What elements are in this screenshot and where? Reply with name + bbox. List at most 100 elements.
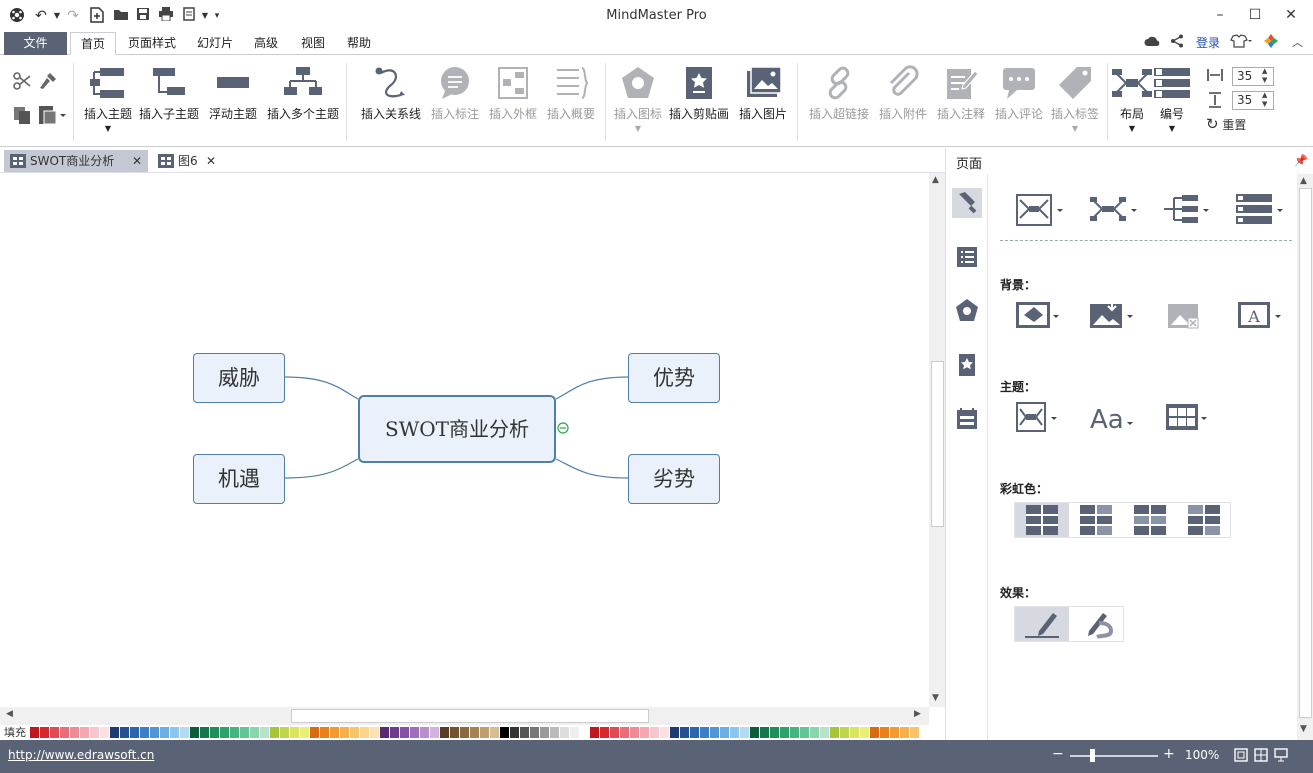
background-color-icon[interactable] [1016,298,1064,332]
tab-slides[interactable]: 幻灯片 [190,32,240,55]
color-swatch[interactable] [50,727,59,738]
color-swatch[interactable] [230,727,239,738]
color-swatch[interactable] [890,727,899,738]
scroll-right-icon[interactable]: ▶ [914,709,921,719]
pin-panel-icon[interactable]: 📌 [1294,154,1308,167]
login-link[interactable]: 登录 [1196,34,1220,52]
rainbow-option-column[interactable] [1177,503,1231,537]
map-structure-icon[interactable] [1016,192,1064,226]
zoom-slider-thumb[interactable] [1090,749,1095,762]
numbering-button[interactable]: 编号 ▼ [1152,65,1192,145]
insert-icon-button[interactable]: 插入图标 ▼ [612,65,664,145]
skin-icon[interactable] [1230,34,1252,52]
color-swatch[interactable] [770,727,779,738]
effect-option-handdrawn[interactable] [1069,607,1123,641]
redo-icon[interactable]: ↷ [64,7,82,25]
color-swatch[interactable] [640,727,649,738]
horizontal-spacing-input[interactable]: 35 [1232,67,1274,86]
color-swatch[interactable] [520,727,529,738]
scroll-up-icon[interactable]: ▲ [932,175,939,185]
color-swatch[interactable] [420,727,429,738]
insert-note-button[interactable]: 插入注释 [934,65,988,145]
color-swatch[interactable] [290,727,299,738]
color-swatch[interactable] [660,727,669,738]
insert-comment-button[interactable]: 插入评论 [992,65,1046,145]
color-swatch[interactable] [670,727,679,738]
apps-icon[interactable] [1264,34,1278,52]
tree-structure-icon[interactable] [1162,192,1210,226]
color-swatch[interactable] [870,727,879,738]
color-swatch[interactable] [340,727,349,738]
color-swatch[interactable] [500,727,509,738]
color-swatch[interactable] [760,727,769,738]
panel-scrollbar[interactable]: ▲ ▼ [1297,174,1313,740]
format-painter-icon[interactable] [38,71,58,94]
insert-attachment-button[interactable]: 插入附件 [876,65,930,145]
tab-help[interactable]: 帮助 [340,32,378,55]
color-swatch[interactable] [440,727,449,738]
color-swatch[interactable] [450,727,459,738]
numbering-dropdown-icon[interactable]: ▼ [1152,124,1192,133]
color-swatch[interactable] [120,727,129,738]
color-swatch[interactable] [390,727,399,738]
watermark-icon[interactable]: A [1238,298,1286,332]
color-swatch[interactable] [180,727,189,738]
tab-file[interactable]: 文件 [4,32,67,55]
color-swatch[interactable] [40,727,49,738]
insert-tag-dropdown-icon[interactable]: ▼ [1048,124,1102,133]
task-tab-icon[interactable] [952,404,982,434]
color-swatch[interactable] [190,727,199,738]
color-swatch[interactable] [690,727,699,738]
color-swatch[interactable] [310,727,319,738]
color-swatch[interactable] [320,727,329,738]
doc-tab-swot[interactable]: SWOT商业分析 ✕ [4,150,148,172]
page-style-tab-icon[interactable] [952,188,982,218]
fit-page-icon[interactable] [1234,748,1248,765]
layout-button[interactable]: 布局 ▼ [1112,65,1152,145]
color-swatch[interactable] [680,727,689,738]
theme-color-icon[interactable] [1166,400,1214,434]
maximize-button[interactable]: ☐ [1240,4,1270,26]
color-swatch[interactable] [170,727,179,738]
insert-hyperlink-button[interactable]: 插入超链接 [806,65,872,145]
insert-topic-dropdown-icon[interactable]: ▼ [82,124,134,133]
tab-page-style[interactable]: 页面样式 [122,32,182,55]
color-swatch[interactable] [910,727,919,738]
color-swatch[interactable] [280,727,289,738]
color-swatch[interactable] [840,727,849,738]
color-swatch[interactable] [490,727,499,738]
vertical-scroll-thumb[interactable] [931,361,944,527]
insert-callout-button[interactable]: 插入标注 [428,65,482,145]
close-tab-icon[interactable]: ✕ [206,150,216,172]
color-swatch[interactable] [470,727,479,738]
color-swatch[interactable] [30,727,39,738]
close-tab-icon[interactable]: ✕ [132,150,142,172]
color-swatch[interactable] [260,727,269,738]
color-swatch[interactable] [720,727,729,738]
color-swatch[interactable] [590,727,599,738]
color-swatch[interactable] [650,727,659,738]
theme-font-icon[interactable]: Aa [1090,400,1138,435]
color-swatch[interactable] [210,727,219,738]
color-swatch[interactable] [380,727,389,738]
tab-view[interactable]: 视图 [294,32,332,55]
color-swatch[interactable] [360,727,369,738]
collapse-ribbon-icon[interactable]: ︿ [1292,34,1303,52]
color-swatch[interactable] [580,727,589,738]
color-swatch[interactable] [700,727,709,738]
share-icon[interactable] [1170,34,1184,52]
zoom-out-icon[interactable]: − [1052,746,1064,762]
color-swatch[interactable] [710,727,719,738]
color-swatch[interactable] [820,727,829,738]
save-icon[interactable] [134,7,152,25]
full-screen-icon[interactable] [1254,748,1268,765]
color-swatch[interactable] [90,727,99,738]
color-swatch[interactable] [810,727,819,738]
new-file-icon[interactable] [88,7,106,25]
color-swatch[interactable] [130,727,139,738]
color-swatch[interactable] [740,727,749,738]
color-swatch[interactable] [460,727,469,738]
reset-button[interactable]: ↻ 重置 [1206,115,1246,134]
insert-topic-button[interactable]: 插入主题 ▼ [82,65,134,145]
color-swatch[interactable] [550,727,559,738]
